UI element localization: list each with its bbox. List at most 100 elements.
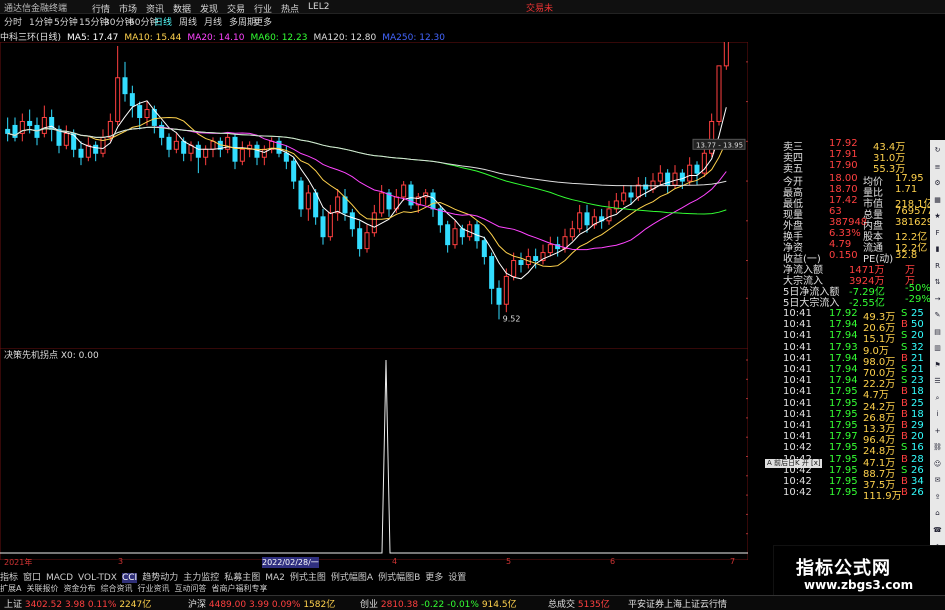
menu-4[interactable]: 发现	[200, 2, 218, 15]
tick-side: B	[901, 397, 908, 409]
tab-13[interactable]: 设置	[448, 573, 466, 583]
candle-svg[interactable]: 16.0015.0014.0013.0012.0011.0010.059.521…	[0, 2, 783, 351]
gear-icon[interactable]: ⚙	[932, 177, 943, 189]
ask-price: 17.90	[829, 160, 858, 171]
tick-count: 28	[911, 453, 924, 465]
tab-4[interactable]: CCI	[121, 573, 138, 583]
share-icon[interactable]: ⇪	[932, 491, 943, 503]
candle-body-11	[85, 144, 91, 158]
tick-count: 18	[911, 408, 924, 420]
menu-1[interactable]: 市场	[119, 2, 137, 15]
candle-body-98	[723, 21, 729, 67]
tab-6[interactable]: 主力监控	[183, 573, 219, 583]
tick-row-7: 10:41 17.95 4.7万 B 18	[783, 386, 930, 401]
stat-value: 17.42	[829, 195, 858, 206]
tick-side: S	[901, 442, 908, 454]
candle-body-19	[144, 109, 150, 118]
sync-icon[interactable]: ↻	[932, 144, 943, 156]
tab-10[interactable]: 例式幅图A	[331, 573, 373, 583]
tick-price: 17.92	[829, 308, 858, 319]
menu-6[interactable]: 行业	[254, 2, 272, 15]
tab-7[interactable]: 私募主图	[224, 573, 260, 583]
tab-2[interactable]: MACD	[46, 573, 73, 583]
candle-body-22	[166, 136, 172, 150]
tick-count: 26	[911, 464, 924, 476]
subtab-5[interactable]: 互动问答	[174, 584, 206, 593]
stat-value2: 1.71	[895, 184, 918, 195]
tool-icon[interactable]: ✎	[932, 309, 943, 321]
stat-value2: 381629	[895, 217, 934, 228]
price-chart[interactable]: 16.0015.0014.0013.0012.0011.0010.059.521…	[0, 2, 783, 351]
candle-body-97	[716, 65, 722, 122]
indicator-svg[interactable]: 决策先机拐点 X0: 0.001.000.900.800.700.600.500…	[0, 347, 780, 561]
lock-icon[interactable]: ⌂	[932, 507, 943, 519]
plus-icon[interactable]: +	[932, 425, 943, 437]
candle-body-64	[474, 224, 480, 242]
star-icon[interactable]: ★	[932, 210, 943, 222]
tab-3[interactable]: VOL-TDX	[78, 573, 117, 583]
indicator-panel[interactable]: 决策先机拐点 X0: 0.001.000.900.800.700.600.500…	[0, 347, 780, 561]
f-icon[interactable]: F	[932, 227, 943, 239]
flow-extra: -50%	[905, 283, 931, 294]
tick-count: 26	[911, 487, 924, 499]
info-icon[interactable]: i	[932, 408, 943, 420]
bar-icon[interactable]: ▮	[932, 243, 943, 255]
tab-9[interactable]: 例式主图	[290, 573, 326, 583]
tab-5[interactable]: 趋势动力	[142, 573, 178, 583]
trade-status[interactable]: 交易未	[526, 1, 553, 14]
period-8[interactable]: 月线	[204, 15, 222, 28]
watermark: 指标公式网 www.zbgs3.com	[773, 545, 945, 599]
list-icon[interactable]: ≡	[932, 161, 943, 173]
candle-body-8	[63, 132, 69, 146]
period-9[interactable]: 多周期	[229, 15, 256, 28]
tick-price: 17.94	[829, 330, 858, 342]
user-icon[interactable]: ☺	[932, 458, 943, 470]
subtab-1[interactable]: 关联报价	[26, 584, 58, 593]
watermark-title: 指标公式网	[796, 558, 891, 579]
chart-icon[interactable]: ▥	[932, 342, 943, 354]
subtab-3[interactable]: 综合资讯	[100, 584, 132, 593]
watermark-url: www.zbgs3.com	[804, 578, 914, 592]
period-10[interactable]: 更多	[254, 15, 272, 28]
subtab-6[interactable]: 省商户福利专享	[211, 584, 267, 593]
period-6[interactable]: 日线	[154, 15, 172, 28]
subtab-0[interactable]: 扩展A	[0, 584, 21, 593]
phone-icon[interactable]: ☎	[932, 524, 943, 536]
stat-row-7: 收益(一) 0.150 PE(动) 32.8	[783, 250, 930, 265]
sort-icon[interactable]: ⇅	[932, 276, 943, 288]
period-7[interactable]: 周线	[179, 15, 197, 28]
grid-icon[interactable]: ▦	[932, 194, 943, 206]
subtab-2[interactable]: 资金分布	[63, 584, 95, 593]
menu-5[interactable]: 交易	[227, 2, 245, 15]
rsi-icon[interactable]: R	[932, 260, 943, 272]
tab-1[interactable]: 窗口	[23, 573, 41, 583]
period-1[interactable]: 1分钟	[29, 15, 53, 28]
date-label-4: 5	[506, 557, 512, 566]
menu-icon[interactable]: ☰	[932, 375, 943, 387]
search-icon[interactable]: ⌕	[932, 392, 943, 404]
subtab-4[interactable]: 行业资讯	[137, 584, 169, 593]
menu-0[interactable]: 行情	[92, 2, 110, 15]
tick-price: 17.94	[829, 319, 858, 331]
menu-2[interactable]: 资讯	[146, 2, 164, 15]
tab-11[interactable]: 例式幅图B	[378, 573, 420, 583]
tab-8[interactable]: MA2	[265, 573, 285, 583]
tick-time: 10:41	[783, 341, 812, 353]
menu-7[interactable]: 热点	[281, 2, 299, 15]
period-2[interactable]: 5分钟	[54, 15, 78, 28]
mail-icon[interactable]: ✉	[932, 474, 943, 486]
arrow-icon[interactable]: →	[932, 293, 943, 305]
tab-12[interactable]: 更多	[425, 573, 443, 583]
tick-price: 17.95	[829, 386, 858, 398]
candle-body-79	[584, 212, 590, 226]
tab-0[interactable]: 指标	[0, 573, 18, 583]
menu-3[interactable]: 数据	[173, 2, 191, 15]
doc-icon[interactable]: ▤	[932, 326, 943, 338]
tick-popup[interactable]: A 前后日K 开 [x]	[765, 459, 822, 468]
period-0[interactable]: 分时	[4, 15, 22, 28]
tick-price: 17.93	[829, 341, 858, 353]
candle-body-94	[694, 164, 700, 174]
menu-8[interactable]: LEL2	[308, 2, 329, 12]
link-icon[interactable]: ⛓	[932, 441, 943, 453]
flag-icon[interactable]: ⚑	[932, 359, 943, 371]
